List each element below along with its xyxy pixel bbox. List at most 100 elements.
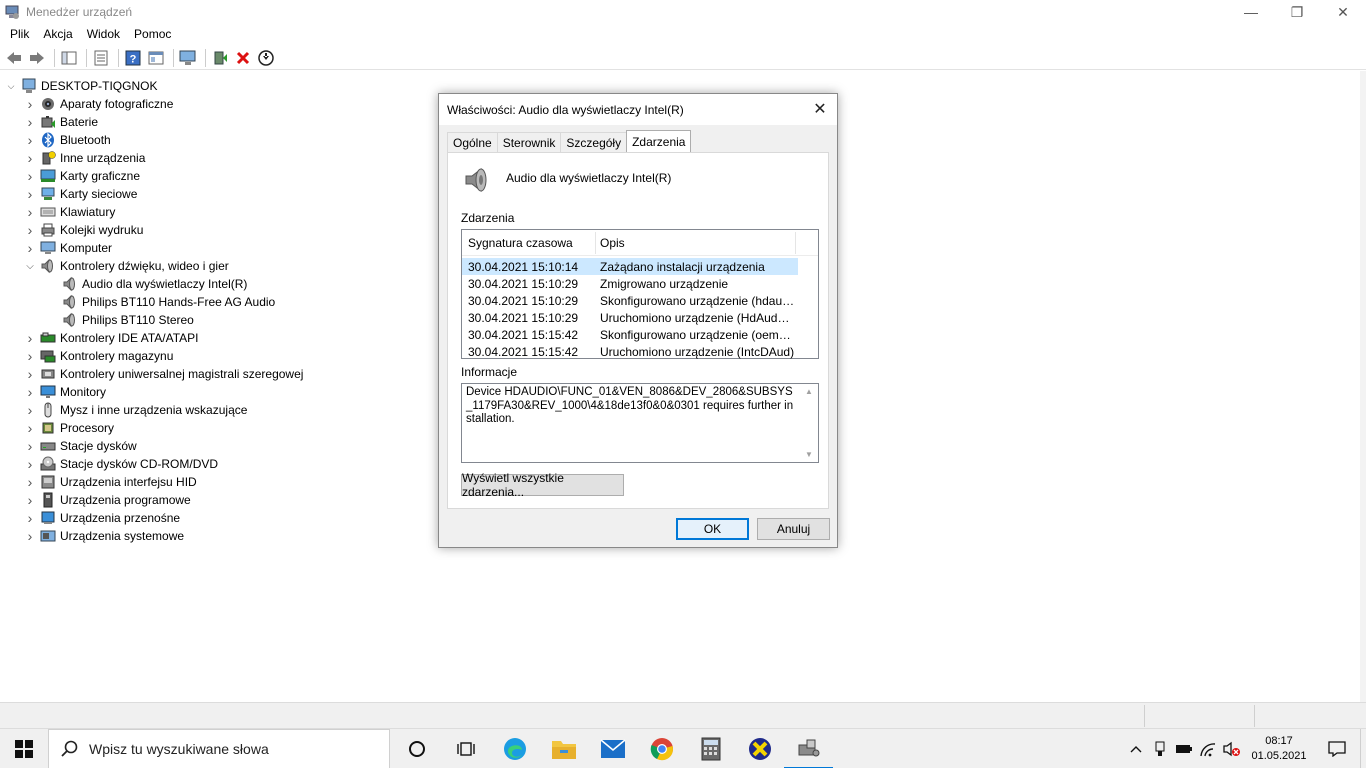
tree-node-label: Komputer	[60, 241, 113, 255]
volume-muted-icon	[1223, 741, 1240, 757]
chevron-right-icon[interactable]: ›	[23, 492, 37, 508]
scroll-up-icon[interactable]: ▲	[805, 385, 813, 399]
chevron-right-icon[interactable]: ›	[23, 474, 37, 490]
disable-device-button[interactable]	[256, 48, 276, 68]
chevron-down-icon[interactable]: ⌵	[23, 259, 37, 273]
help-button[interactable]: ?	[123, 48, 143, 68]
clock-time: 08:17	[1265, 735, 1293, 747]
start-button[interactable]	[0, 729, 48, 768]
chevron-right-icon[interactable]: ›	[23, 240, 37, 256]
windows-logo-icon	[15, 739, 33, 758]
menu-bar: Plik Akcja Widok Pomoc	[0, 24, 178, 44]
info-textbox[interactable]: Device HDAUDIO\FUNC_01&VEN_8086&DEV_2806…	[461, 383, 819, 463]
taskbar-clock[interactable]: 08:17 01.05.2021	[1244, 734, 1314, 764]
menu-plik[interactable]: Plik	[3, 27, 36, 41]
tab-zdarzenia[interactable]: Zdarzenia	[626, 130, 692, 152]
app-x-taskbar-button[interactable]	[735, 729, 784, 768]
chevron-right-icon[interactable]: ›	[23, 132, 37, 148]
info-scrollbar[interactable]: ▲ ▼	[801, 385, 817, 461]
tree-node-label: Baterie	[60, 115, 99, 129]
minimize-button[interactable]: —	[1228, 0, 1274, 24]
tree-node-label: Urządzenia interfejsu HID	[60, 475, 197, 489]
dialog-title-bar: Właściwości: Audio dla wyświetlaczy Inte…	[439, 94, 837, 125]
chevron-right-icon[interactable]: ›	[23, 438, 37, 454]
close-button[interactable]: ✕	[1320, 0, 1366, 24]
chevron-right-icon[interactable]: ›	[23, 168, 37, 184]
action-center-button[interactable]	[1314, 729, 1360, 768]
tray-device-button[interactable]	[1148, 729, 1172, 768]
printer-icon	[41, 223, 55, 237]
chevron-right-icon[interactable]: ›	[23, 528, 37, 544]
unknown-device-icon	[42, 151, 56, 165]
taskbar-search-box[interactable]: Wpisz tu wyszukiwane słowa	[48, 728, 390, 768]
chrome-taskbar-button[interactable]	[637, 729, 686, 768]
calculator-taskbar-button[interactable]	[686, 729, 735, 768]
tab-szczegoly[interactable]: Szczegóły	[560, 132, 628, 152]
cortana-button[interactable]	[392, 729, 441, 768]
tree-node-label: Monitory	[60, 385, 107, 399]
event-row[interactable]: 30.04.2021 15:10:29 Uruchomiono urządzeni…	[462, 309, 818, 326]
chevron-right-icon[interactable]: ›	[23, 366, 37, 382]
chevron-right-icon[interactable]: ›	[23, 114, 37, 130]
mail-taskbar-button[interactable]	[588, 729, 637, 768]
dialog-tabs: Ogólne Sterownik Szczegóły Zdarzenia	[447, 130, 692, 152]
menu-akcja[interactable]: Akcja	[36, 27, 79, 41]
event-row[interactable]: 30.04.2021 15:10:14 Zażądano instalacji u…	[462, 258, 798, 275]
chevron-down-icon[interactable]: ⌵	[4, 79, 18, 93]
chevron-right-icon[interactable]: ›	[23, 420, 37, 436]
system-device-icon	[40, 530, 56, 542]
event-row[interactable]: 30.04.2021 15:10:29 Zmigrowano urządzenie	[462, 275, 818, 292]
event-row[interactable]: 30.04.2021 15:10:29 Skonfigurowano urządz…	[462, 292, 818, 309]
restore-button[interactable]: ❐	[1274, 0, 1320, 24]
chevron-right-icon[interactable]: ›	[23, 402, 37, 418]
event-row[interactable]: 30.04.2021 15:15:42 Uruchomiono urządzeni…	[462, 343, 818, 360]
chevron-right-icon[interactable]: ›	[23, 96, 37, 112]
back-button[interactable]	[4, 48, 24, 68]
action-view-button[interactable]	[146, 48, 166, 68]
file-explorer-taskbar-button[interactable]	[539, 729, 588, 768]
search-placeholder: Wpisz tu wyszukiwane słowa	[89, 740, 269, 757]
device-manager-taskbar-button[interactable]	[784, 729, 833, 768]
properties-button[interactable]	[91, 48, 111, 68]
scan-hardware-button[interactable]	[178, 48, 198, 68]
chevron-right-icon[interactable]: ›	[23, 186, 37, 202]
show-hide-console-tree-button[interactable]	[59, 48, 79, 68]
show-desktop-button[interactable]	[1360, 729, 1366, 768]
event-row[interactable]: 30.04.2021 15:15:42 Skonfigurowano urządz…	[462, 326, 818, 343]
forward-button[interactable]	[27, 48, 47, 68]
chevron-right-icon[interactable]: ›	[23, 204, 37, 220]
battery-tray-button[interactable]	[1172, 729, 1196, 768]
tab-sterownik[interactable]: Sterownik	[496, 132, 562, 152]
column-header-timestamp[interactable]: Sygnatura czasowa	[462, 231, 596, 254]
chevron-right-icon[interactable]: ›	[23, 330, 37, 346]
cancel-button[interactable]: Anuluj	[757, 518, 830, 540]
volume-tray-button[interactable]	[1220, 729, 1244, 768]
chevron-right-icon[interactable]: ›	[23, 150, 37, 166]
update-driver-button[interactable]	[210, 48, 230, 68]
menu-widok[interactable]: Widok	[80, 27, 127, 41]
events-list: Sygnatura czasowa Opis 30.04.2021 15:10:…	[461, 229, 819, 359]
system-tray: 08:17 01.05.2021	[1124, 729, 1366, 768]
show-all-events-button[interactable]: Wyświetl wszystkie zdarzenia...	[461, 471, 624, 499]
ok-button[interactable]: OK	[676, 518, 749, 540]
dialog-close-button[interactable]: ✕	[809, 98, 831, 120]
chevron-right-icon[interactable]: ›	[23, 384, 37, 400]
event-timestamp: 30.04.2021 15:10:29	[468, 293, 579, 308]
menu-pomoc[interactable]: Pomoc	[127, 27, 178, 41]
tab-ogolne[interactable]: Ogólne	[447, 132, 498, 152]
chevron-right-icon[interactable]: ›	[23, 456, 37, 472]
svg-text:?: ?	[130, 53, 137, 65]
chevron-right-icon[interactable]: ›	[23, 510, 37, 526]
show-hidden-icons-button[interactable]	[1124, 729, 1148, 768]
events-tab-panel: Audio dla wyświetlaczy Intel(R) Zdarzeni…	[447, 152, 829, 509]
task-view-button[interactable]	[441, 729, 490, 768]
speaker-icon	[465, 167, 487, 193]
column-header-description[interactable]: Opis	[596, 231, 796, 254]
uninstall-device-button[interactable]	[233, 48, 253, 68]
edge-taskbar-button[interactable]	[490, 729, 539, 768]
chevron-right-icon[interactable]: ›	[23, 222, 37, 238]
chevron-right-icon[interactable]: ›	[23, 348, 37, 364]
scroll-down-icon[interactable]: ▼	[805, 448, 813, 462]
vertical-scrollbar[interactable]	[1360, 71, 1366, 702]
network-tray-button[interactable]	[1196, 729, 1220, 768]
